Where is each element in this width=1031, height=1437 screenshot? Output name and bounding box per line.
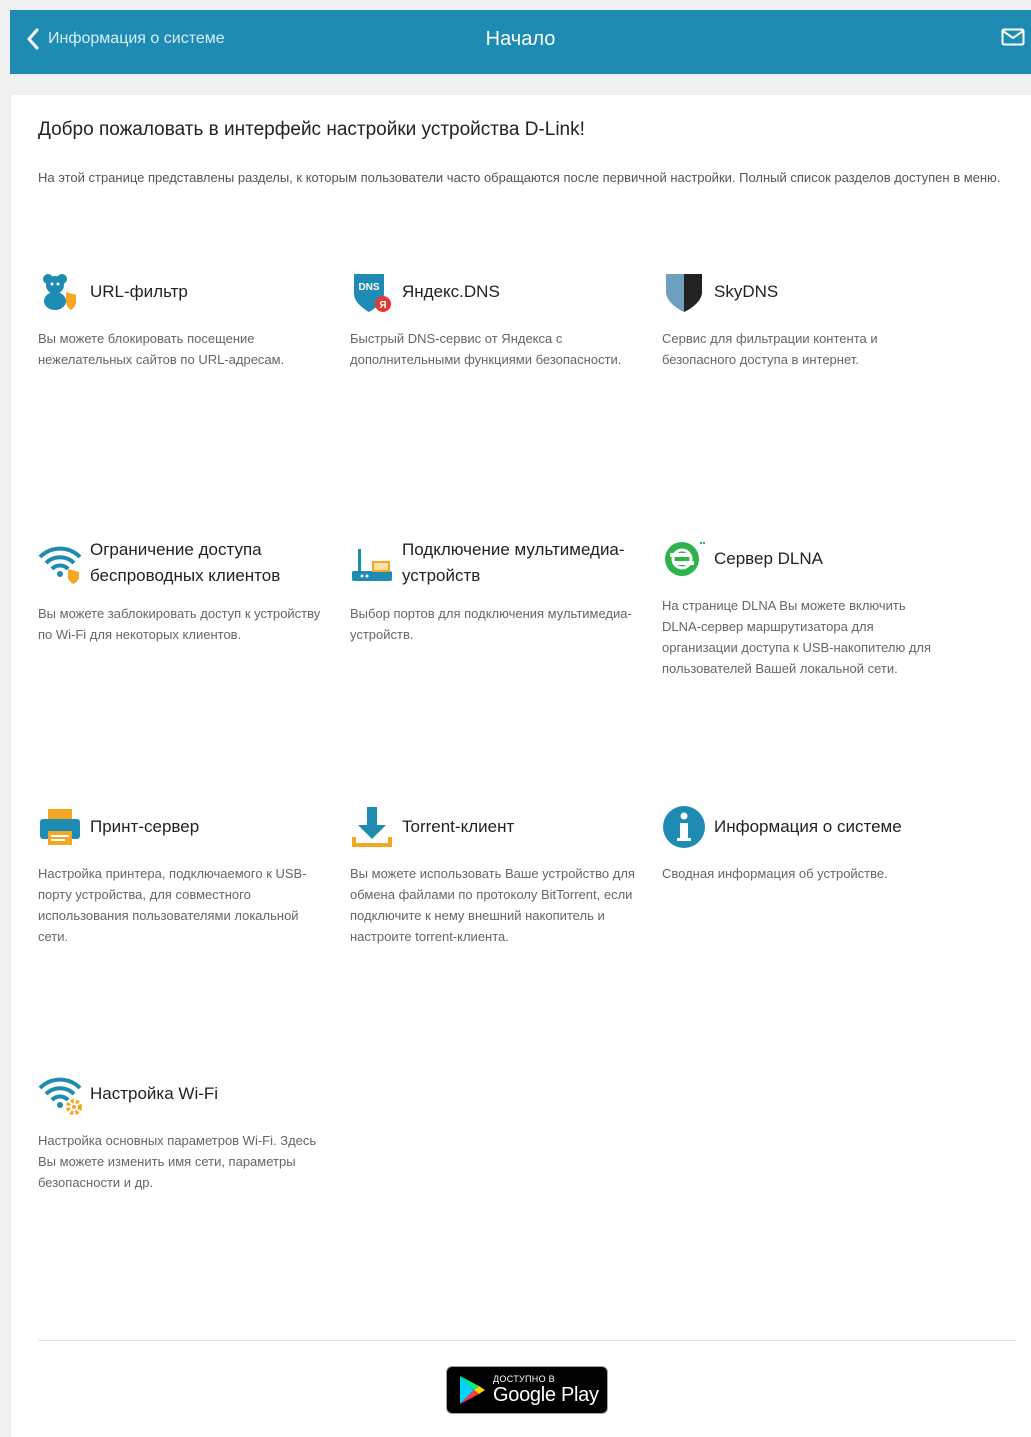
router-tv-icon [350,541,394,585]
card-print-server[interactable]: Принт-сервер Настройка принтера, подключ… [38,805,328,947]
card-skydns[interactable]: SkyDNS Сервис для фильтрации контента и … [662,270,952,370]
intro-text: На этой странице представлены разделы, к… [38,170,1001,185]
card-description: Сервис для фильтрации контента и безопас… [662,331,878,367]
divider [38,1340,1016,1341]
dlna-icon [662,537,706,581]
svg-text:DNS: DNS [358,282,379,293]
chevron-left-icon [27,28,39,50]
card-description: Выбор портов для подключения мультимедиа… [350,606,632,642]
shield-icon [662,270,706,314]
svg-text:Я: Я [379,300,386,311]
card-wireless-restriction[interactable]: Ограничение доступа беспроводных клиенто… [38,537,328,645]
card-title: Ограничение доступа беспроводных клиенто… [90,540,281,585]
card-title: Torrent-клиент [402,817,515,836]
badge-big-text: Google Play [493,1384,599,1406]
card-description: Настройка основных параметров Wi-Fi. Зде… [38,1133,317,1190]
bear-shield-icon [38,270,82,314]
card-title: Информация о системе [714,817,902,836]
card-description: На странице DLNA Вы можете включить DLNA… [662,598,932,676]
mail-icon[interactable] [1001,28,1025,46]
card-title: Яндекс.DNS [402,282,500,301]
google-play-badge[interactable]: ДОСТУПНО В Google Play [446,1366,608,1414]
card-title: Подключение мультимедиа-устройств [402,540,625,585]
wifi-gear-icon [38,1072,82,1116]
back-link[interactable]: Информация о системе [26,10,225,68]
card-url-filter[interactable]: URL-фильтр Вы можете блокировать посещен… [38,270,328,370]
card-description: Вы можете блокировать посещение нежелате… [38,331,285,367]
printer-icon [38,805,82,849]
card-title: Настройка Wi-Fi [90,1084,219,1103]
welcome-heading: Добро пожаловать в интерфейс настройки у… [38,119,585,140]
card-title: Принт-сервер [90,817,200,836]
wifi-shield-icon [38,541,82,585]
badge-small-text: ДОСТУПНО В [493,1374,555,1384]
main-panel: Добро пожаловать в интерфейс настройки у… [10,95,1031,1437]
card-multimedia[interactable]: Подключение мультимедиа-устройств Выбор … [350,537,640,645]
card-description: Настройка принтера, подключаемого к USB-… [38,866,307,944]
card-wifi-settings[interactable]: Настройка Wi-Fi Настройка основных парам… [38,1072,328,1193]
top-bar: Информация о системе Начало [10,10,1031,74]
card-title: SkyDNS [714,282,779,301]
card-description: Вы можете заблокировать доступ к устройс… [38,606,321,642]
card-description: Быстрый DNS-сервис от Яндекса с дополнит… [350,331,622,367]
card-yandex-dns[interactable]: DNS Я Яндекс.DNS Быстрый DNS-сервис от Я… [350,270,640,370]
back-label: Информация о системе [48,30,225,47]
card-dlna[interactable]: Сервер DLNA На странице DLNA Вы можете в… [662,537,952,679]
card-description: Вы можете использовать Ваше устройство д… [350,866,635,944]
info-icon [662,805,706,849]
card-description: Сводная информация об устройстве. [662,866,888,881]
card-title: URL-фильтр [90,282,188,301]
download-icon [350,805,394,849]
card-title: Сервер DLNA [714,549,824,568]
google-play-icon [460,1376,485,1404]
card-system-info[interactable]: Информация о системе Сводная информация … [662,805,952,884]
yandex-dns-icon: DNS Я [350,270,394,314]
card-torrent[interactable]: Torrent-клиент Вы можете использовать Ва… [350,805,640,947]
